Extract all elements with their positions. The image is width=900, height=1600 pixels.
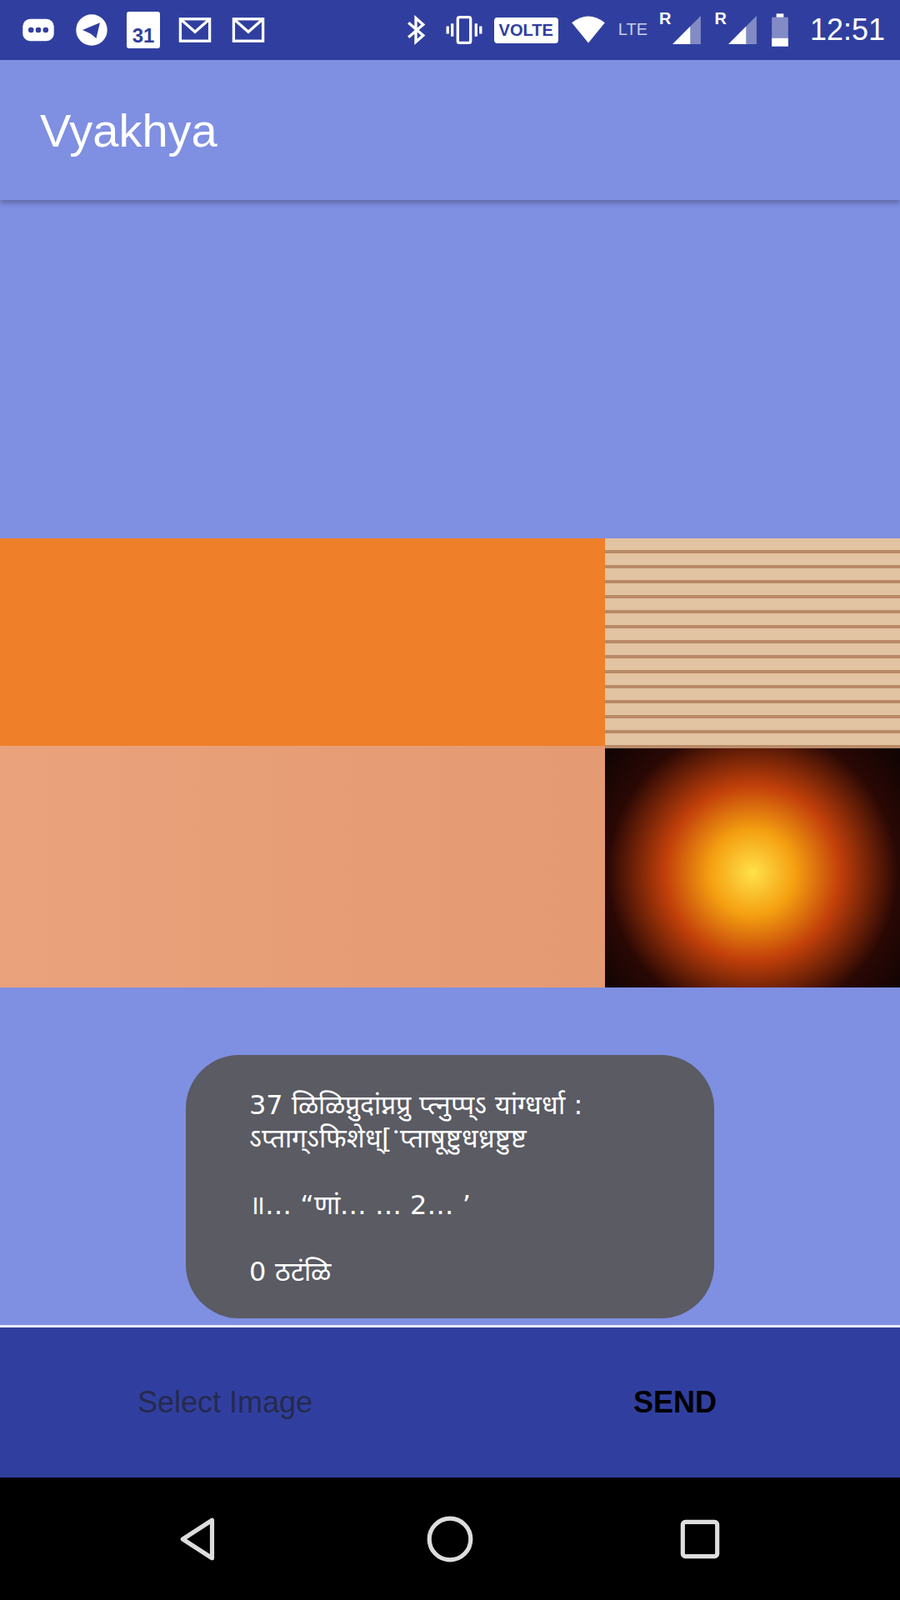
battery-icon (770, 11, 790, 49)
toast-line: 0 ठटंळि (249, 1255, 681, 1289)
bluetooth-icon (397, 11, 435, 49)
content: 37 ळिळिप्नुदांप्नप्रु प्त्नुप्प्ऽ यांग्ध… (0, 200, 900, 1325)
action-button[interactable]: SEND (450, 1327, 900, 1478)
screen: 31VOLTELTERR12:51Vyakhya37 ळिळिप्नुदांप्… (0, 0, 900, 1600)
toast-line: ऽप्ताग्ऽफिशेध्[ॱप्ताषूष्टुधध्रष्टुष्ट (249, 1121, 681, 1155)
selected-photo (0, 538, 900, 988)
toast-line: 37 ळिळिप्नुदांप्नप्रु प्त्नुप्प्ऽ यांग्ध… (249, 1088, 681, 1122)
status-bar: 31VOLTELTERR12:51 (0, 0, 900, 60)
signal-indicator: R (714, 14, 758, 46)
signal-icon (726, 14, 759, 46)
toast-paragraph: 0 ठटंळि (249, 1255, 681, 1289)
app-title: Vyakhya (40, 103, 218, 158)
signal-icon (670, 14, 703, 46)
calendar-day: 31 (132, 25, 155, 49)
back-icon[interactable] (174, 1513, 226, 1565)
signal-indicator: R (659, 14, 703, 46)
bottom-bar: Select ImageSEND (0, 1325, 900, 1478)
roaming-label: R (714, 9, 726, 29)
clock: 12:51 (810, 12, 885, 48)
calendar-icon: 31 (126, 11, 160, 49)
action-button[interactable]: Select Image (0, 1327, 450, 1478)
toast: 37 ळिळिप्नुदांप्नप्रु प्त्नुप्प्ऽ यांग्ध… (185, 1055, 715, 1319)
lte-label: LTE (618, 20, 648, 40)
roaming-label: R (659, 9, 671, 29)
toast-paragraph: 37 ळिळिप्नुदांप्नप्रु प्त्नुप्प्ऽ यांग्ध… (249, 1088, 681, 1155)
messages-icon (20, 11, 57, 49)
recents-icon[interactable] (674, 1513, 726, 1565)
toast-paragraph: ॥… “णां… … 2… ’ (249, 1188, 681, 1222)
volte-badge: VOLTE (494, 17, 559, 44)
home-icon[interactable] (424, 1513, 476, 1565)
app-bar: Vyakhya (0, 60, 900, 200)
wifi-icon (570, 11, 607, 49)
vibrate-icon (445, 11, 483, 49)
navigation-bar (0, 1477, 900, 1600)
toast-line: ॥… “णां… … 2… ’ (249, 1188, 681, 1222)
telegram-icon (73, 11, 110, 49)
gmail-icon (176, 11, 214, 49)
gmail-icon (230, 11, 267, 49)
